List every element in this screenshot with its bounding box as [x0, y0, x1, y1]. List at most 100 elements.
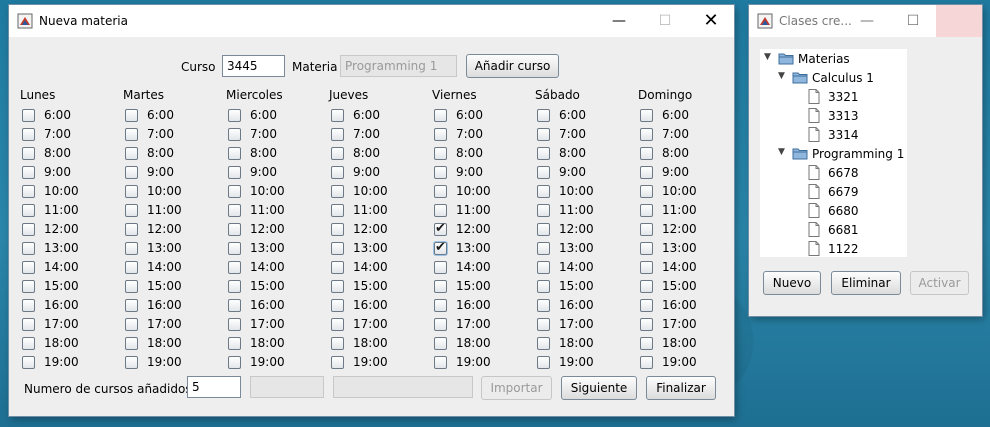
slot-checkbox[interactable] — [22, 166, 35, 179]
slot-checkbox[interactable] — [537, 356, 550, 369]
slot-checkbox[interactable] — [22, 280, 35, 293]
finish-button[interactable]: Finalizar — [646, 376, 716, 400]
slot-checkbox[interactable] — [331, 318, 344, 331]
slot-checkbox[interactable] — [537, 204, 550, 217]
slot-checkbox[interactable] — [331, 204, 344, 217]
slot-checkbox[interactable] — [434, 204, 447, 217]
slot-checkbox[interactable] — [228, 185, 241, 198]
slot-checkbox[interactable] — [640, 356, 653, 369]
slot-checkbox[interactable] — [640, 280, 653, 293]
maximize-icon[interactable]: ☐ — [890, 5, 936, 37]
slot-checkbox[interactable] — [434, 185, 447, 198]
slot-checkbox[interactable] — [22, 185, 35, 198]
slot-checkbox[interactable] — [331, 109, 344, 122]
slot-checkbox[interactable] — [640, 128, 653, 141]
slot-checkbox[interactable] — [22, 299, 35, 312]
slot-checkbox[interactable] — [125, 261, 138, 274]
slot-checkbox[interactable] — [331, 299, 344, 312]
slot-checkbox[interactable] — [331, 223, 344, 236]
slot-checkbox[interactable] — [537, 128, 550, 141]
slot-checkbox[interactable] — [22, 147, 35, 160]
slot-checkbox[interactable] — [434, 261, 447, 274]
slot-checkbox[interactable] — [640, 166, 653, 179]
slot-checkbox[interactable] — [434, 299, 447, 312]
slot-checkbox[interactable] — [434, 109, 447, 122]
slot-checkbox[interactable] — [228, 337, 241, 350]
slot-checkbox[interactable] — [640, 147, 653, 160]
slot-checkbox[interactable] — [640, 109, 653, 122]
slot-checkbox[interactable] — [125, 299, 138, 312]
slot-checkbox[interactable] — [125, 147, 138, 160]
close-icon[interactable]: ✕ — [688, 5, 734, 37]
close-icon[interactable] — [936, 5, 982, 37]
slot-checkbox[interactable] — [228, 147, 241, 160]
slot-checkbox[interactable] — [331, 147, 344, 160]
minimize-icon[interactable]: — — [844, 5, 890, 37]
slot-checkbox[interactable] — [537, 223, 550, 236]
slot-checkbox[interactable] — [22, 109, 35, 122]
slot-checkbox[interactable] — [537, 261, 550, 274]
slot-checkbox[interactable] — [331, 337, 344, 350]
slot-checkbox[interactable] — [537, 147, 550, 160]
slot-checkbox[interactable] — [125, 280, 138, 293]
slot-checkbox[interactable] — [228, 318, 241, 331]
slot-checkbox[interactable] — [228, 299, 241, 312]
slot-checkbox[interactable] — [125, 128, 138, 141]
slot-checkbox[interactable] — [125, 242, 138, 255]
slot-checkbox[interactable] — [640, 185, 653, 198]
slot-checkbox[interactable] — [434, 280, 447, 293]
slot-checkbox[interactable] — [640, 261, 653, 274]
slot-checkbox[interactable] — [22, 242, 35, 255]
slot-checkbox[interactable] — [331, 185, 344, 198]
slot-checkbox[interactable] — [22, 318, 35, 331]
slot-checkbox[interactable] — [640, 318, 653, 331]
minimize-icon[interactable]: — — [596, 5, 642, 37]
slot-checkbox[interactable] — [228, 223, 241, 236]
curso-input[interactable]: 3445 — [222, 55, 285, 77]
slot-checkbox[interactable] — [125, 185, 138, 198]
slot-checkbox[interactable] — [228, 128, 241, 141]
slot-checkbox[interactable] — [640, 242, 653, 255]
slot-checkbox[interactable] — [434, 356, 447, 369]
expand-toggle-icon[interactable]: ▼ — [778, 71, 785, 81]
slot-checkbox[interactable] — [228, 204, 241, 217]
slot-checkbox[interactable] — [640, 299, 653, 312]
slot-checkbox[interactable] — [228, 280, 241, 293]
slot-checkbox[interactable] — [331, 166, 344, 179]
slot-checkbox[interactable] — [125, 356, 138, 369]
slot-checkbox[interactable] — [537, 337, 550, 350]
slot-checkbox[interactable] — [331, 356, 344, 369]
slot-checkbox[interactable] — [537, 109, 550, 122]
slot-checkbox[interactable] — [331, 261, 344, 274]
slot-checkbox[interactable] — [228, 261, 241, 274]
slot-checkbox[interactable] — [125, 109, 138, 122]
expand-toggle-icon[interactable]: ▼ — [764, 52, 771, 62]
slot-checkbox[interactable] — [125, 166, 138, 179]
courses-tree[interactable]: ▼ Materias ▼ Calculus 1 3321 3313 3314 ▼ Program… — [760, 49, 907, 257]
slot-checkbox[interactable] — [22, 223, 35, 236]
slot-checkbox[interactable] — [228, 166, 241, 179]
slot-checkbox[interactable] — [537, 299, 550, 312]
slot-checkbox[interactable] — [640, 204, 653, 217]
slot-checkbox[interactable] — [434, 147, 447, 160]
slot-checkbox[interactable] — [228, 109, 241, 122]
slot-checkbox[interactable] — [640, 223, 653, 236]
slot-checkbox[interactable] — [434, 240, 447, 255]
slot-checkbox[interactable] — [434, 221, 447, 236]
slot-checkbox[interactable] — [434, 318, 447, 331]
title-bar[interactable]: Clases cre... — ☐ — [749, 5, 982, 37]
slot-checkbox[interactable] — [125, 337, 138, 350]
maximize-icon[interactable]: ☐ — [642, 5, 688, 37]
expand-toggle-icon[interactable]: ▼ — [778, 147, 785, 157]
slot-checkbox[interactable] — [125, 318, 138, 331]
slot-checkbox[interactable] — [22, 261, 35, 274]
slot-checkbox[interactable] — [434, 128, 447, 141]
slot-checkbox[interactable] — [125, 223, 138, 236]
delete-button[interactable]: Eliminar — [831, 271, 901, 295]
slot-checkbox[interactable] — [228, 356, 241, 369]
next-button[interactable]: Siguiente — [561, 376, 637, 400]
slot-checkbox[interactable] — [640, 337, 653, 350]
slot-checkbox[interactable] — [537, 242, 550, 255]
add-course-button[interactable]: Añadir curso — [466, 54, 559, 78]
slot-checkbox[interactable] — [22, 204, 35, 217]
